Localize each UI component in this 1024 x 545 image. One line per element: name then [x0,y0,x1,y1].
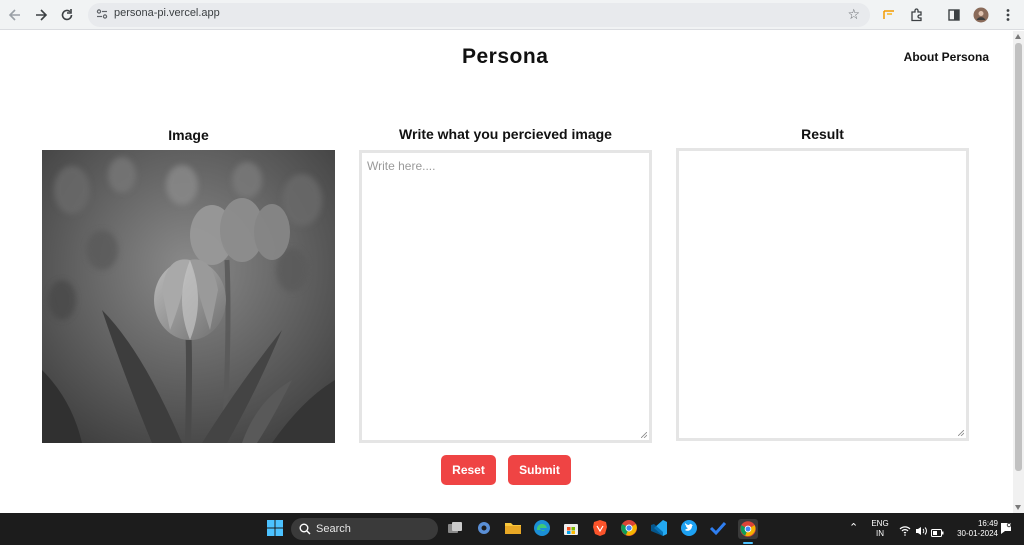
twitter-icon[interactable] [680,519,700,539]
tray-overflow-chevron-icon[interactable]: ⌃ [849,523,858,534]
extensions-puzzle-icon[interactable] [907,6,925,24]
about-link[interactable]: About Persona [904,50,989,64]
page-scrollbar[interactable] [1013,31,1024,513]
volume-icon[interactable] [915,523,927,541]
resize-handle-icon[interactable] [958,430,964,436]
browser-toolbar: persona-pi.vercel.app ☆ [0,0,1024,30]
brand-title: Persona [462,45,549,68]
reset-button[interactable]: Reset [441,455,496,485]
result-box [676,148,969,441]
result-heading: Result [801,126,844,142]
active-app-indicator [743,542,753,544]
forward-icon[interactable] [31,5,51,25]
reload-icon[interactable] [57,5,77,25]
scrollbar-thumb[interactable] [1015,43,1022,471]
language-indicator[interactable]: ENG IN [868,519,892,539]
profile-avatar[interactable] [972,6,990,24]
perception-image [42,150,335,443]
result-textarea[interactable] [679,151,966,438]
notification-icon[interactable] [1000,522,1012,540]
task-view-icon[interactable] [446,519,466,539]
page-content: Persona About Persona Image Write what y… [0,31,1013,513]
windows-start-icon[interactable] [266,519,286,539]
bookmark-star-icon[interactable]: ☆ [847,6,860,23]
perception-textarea[interactable] [362,153,649,440]
site-settings-icon[interactable] [96,8,108,20]
language-line1: ENG [871,519,889,528]
os-taskbar: Search ⌃ ENG IN 16:49 30-01-2024 [0,513,1024,545]
brave-browser-icon[interactable] [591,519,611,539]
submit-button[interactable]: Submit [508,455,571,485]
settings-gear-icon[interactable] [475,519,495,539]
scroll-up-icon[interactable] [1015,34,1021,39]
chrome-active-icon[interactable] [738,519,758,539]
clock[interactable]: 16:49 30-01-2024 [952,519,998,539]
todo-check-icon[interactable] [709,519,729,539]
extension-icon[interactable] [880,6,898,24]
url-text: persona-pi.vercel.app [114,7,220,19]
language-line2: IN [876,529,884,538]
taskbar-search-label: Search [316,523,351,535]
vscode-icon[interactable] [650,519,670,539]
battery-icon[interactable] [931,524,944,542]
side-panel-icon[interactable] [945,6,963,24]
taskbar-search[interactable]: Search [291,518,438,540]
search-icon [299,523,311,535]
clock-time: 16:49 [977,519,998,528]
edge-browser-icon[interactable] [533,519,553,539]
clock-date: 30-01-2024 [957,529,998,538]
scroll-down-icon[interactable] [1015,505,1021,510]
perception-input-box [359,150,652,443]
back-icon[interactable] [5,5,25,25]
ms-store-icon[interactable] [562,519,582,539]
file-explorer-icon[interactable] [504,519,524,539]
chrome-icon[interactable] [620,519,640,539]
more-menu-icon[interactable] [999,6,1017,24]
input-heading: Write what you percieved image [399,126,612,142]
resize-handle-icon[interactable] [641,432,647,438]
wifi-icon[interactable] [899,523,911,541]
image-heading: Image [168,127,209,143]
address-bar[interactable]: persona-pi.vercel.app ☆ [88,3,870,27]
